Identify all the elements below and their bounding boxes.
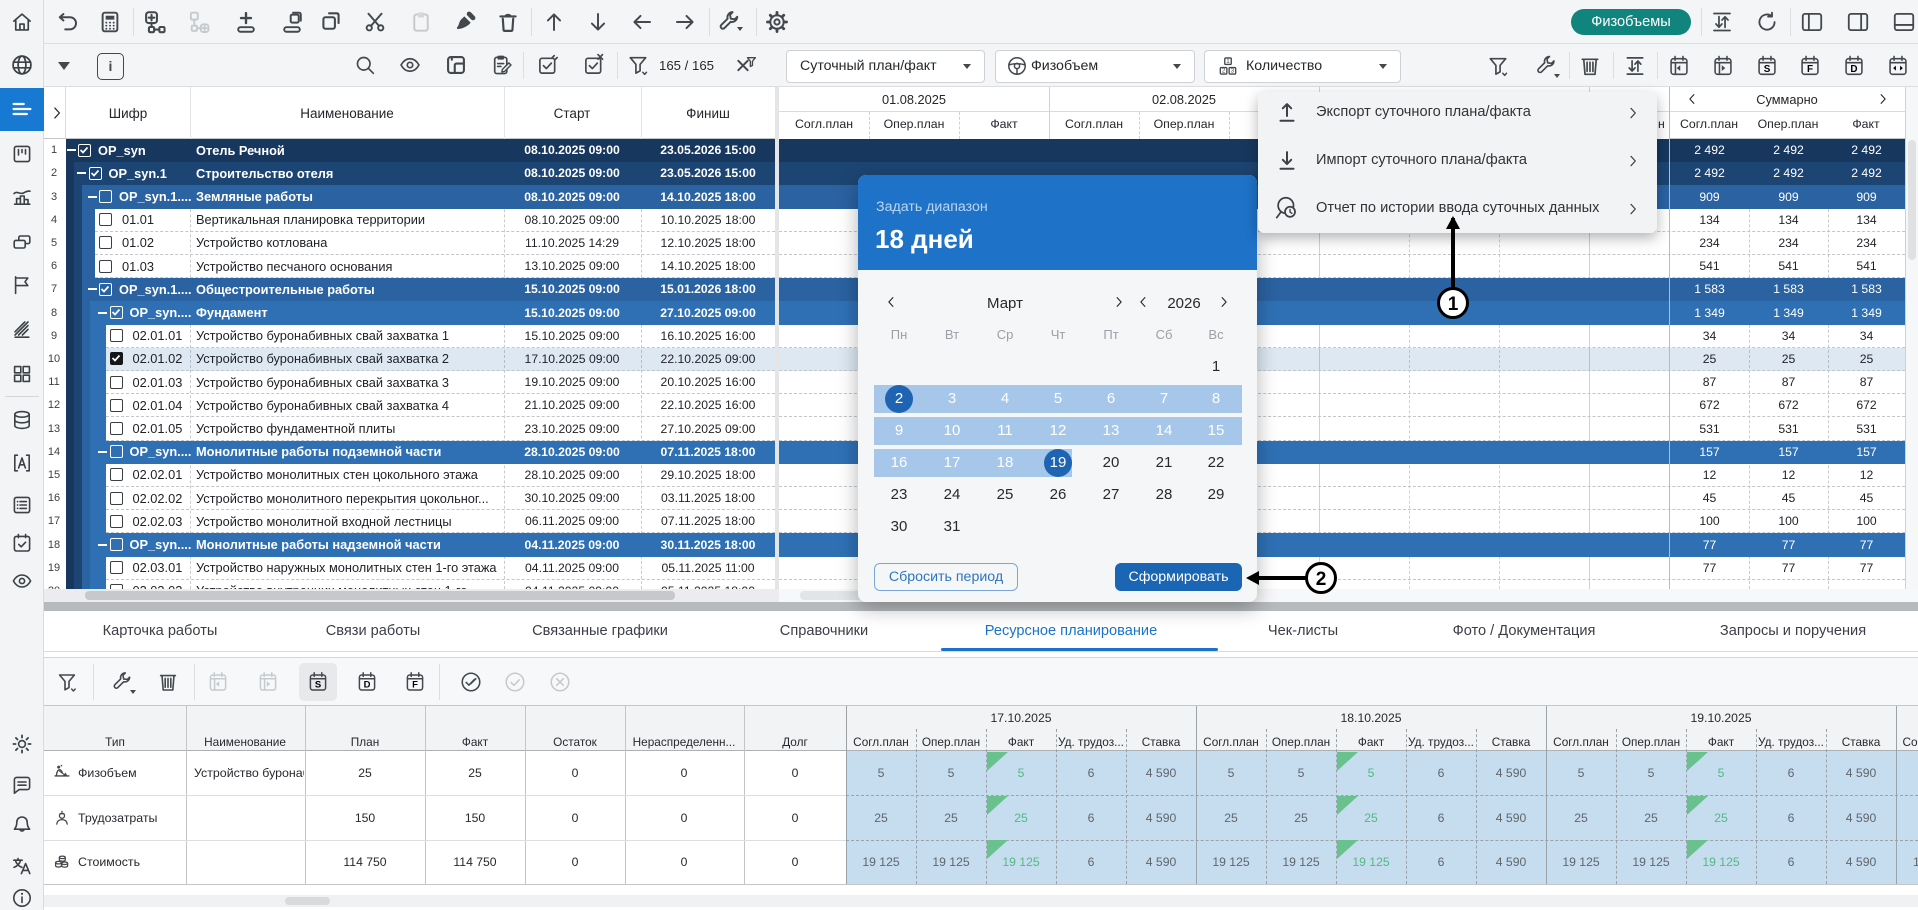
svg-text:D: D xyxy=(1850,64,1857,75)
svg-text:D: D xyxy=(364,680,371,691)
svg-text:S: S xyxy=(1764,64,1771,75)
svg-text:F: F xyxy=(1807,64,1813,75)
svg-text:F: F xyxy=(412,680,418,691)
svg-text:S: S xyxy=(315,680,321,691)
